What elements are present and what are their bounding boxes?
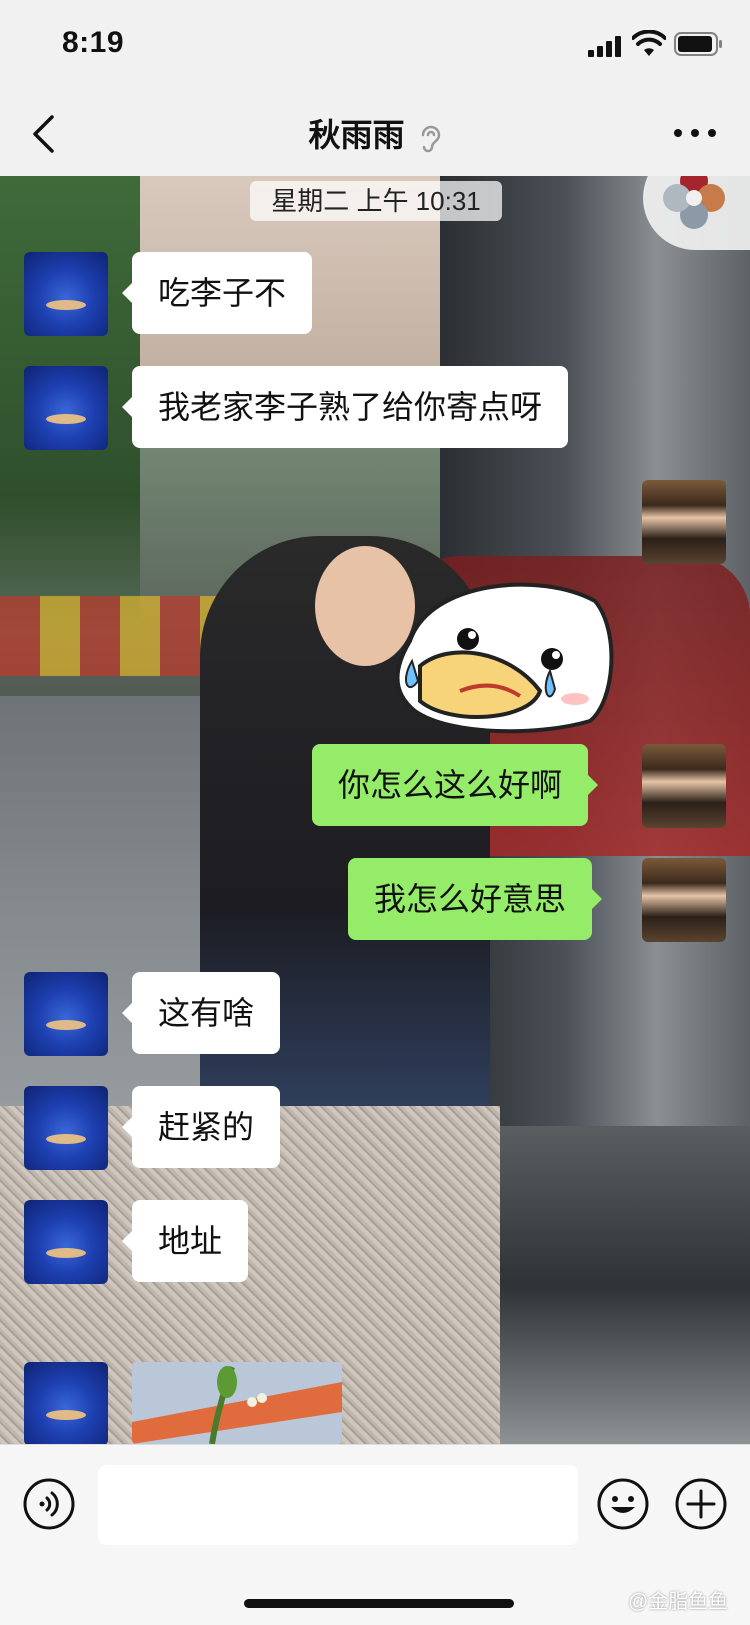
crying-duck-sticker[interactable] [390,571,620,736]
wifi-icon [632,30,666,56]
contact-avatar[interactable] [24,1086,108,1170]
message-bubble-incoming[interactable]: 吃李子不 [121,252,313,334]
home-indicator [244,1599,514,1608]
my-avatar[interactable] [642,744,726,828]
my-avatar[interactable] [642,858,726,942]
emoji-icon[interactable] [596,1477,650,1531]
contact-name: 秋雨雨 [308,117,405,153]
input-bar: @金脂鱼鱼 [0,1444,750,1625]
contact-avatar[interactable] [24,1362,108,1444]
battery-icon [674,32,722,56]
cellular-signal-icon [588,36,621,57]
voice-input-icon[interactable] [22,1477,76,1531]
watermark: @金脂鱼鱼 [628,1591,729,1613]
message-bubble-incoming[interactable]: 我老家李子熟了给你寄点呀 [121,366,569,448]
status-bar: 8:19 [0,0,750,92]
contact-avatar[interactable] [24,252,108,336]
chat-area[interactable]: 星期二 上午 10:31 吃李子不 我老家李子熟了给你寄点呀 你怎么这么好啊 我… [0,176,750,1444]
contact-avatar[interactable] [24,1200,108,1284]
my-avatar[interactable] [642,480,726,564]
message-bubble-incoming[interactable]: 赶紧的 [121,1086,281,1168]
image-message[interactable] [132,1362,342,1444]
message-bubble-outgoing[interactable]: 我怎么好意思 [348,858,603,940]
image-message-thumbnail [132,1362,342,1444]
contact-avatar[interactable] [24,366,108,450]
chat-title: 秋雨雨 [0,110,750,156]
message-bubble-incoming[interactable]: 地址 [121,1200,249,1282]
message-bubble-incoming[interactable]: 这有啥 [121,972,281,1054]
pinwheel-icon [663,176,725,229]
message-bubble-outgoing[interactable]: 你怎么这么好啊 [312,744,599,826]
status-time: 8:19 [62,26,125,59]
more-options-icon[interactable] [672,126,718,140]
background-step [500,1126,750,1444]
add-icon[interactable] [674,1477,728,1531]
message-timestamp: 星期二 上午 10:31 [250,181,502,221]
chat-header: 秋雨雨 [0,92,750,176]
message-input[interactable] [98,1465,578,1545]
contact-avatar[interactable] [24,972,108,1056]
earpiece-mode-icon [422,125,441,152]
